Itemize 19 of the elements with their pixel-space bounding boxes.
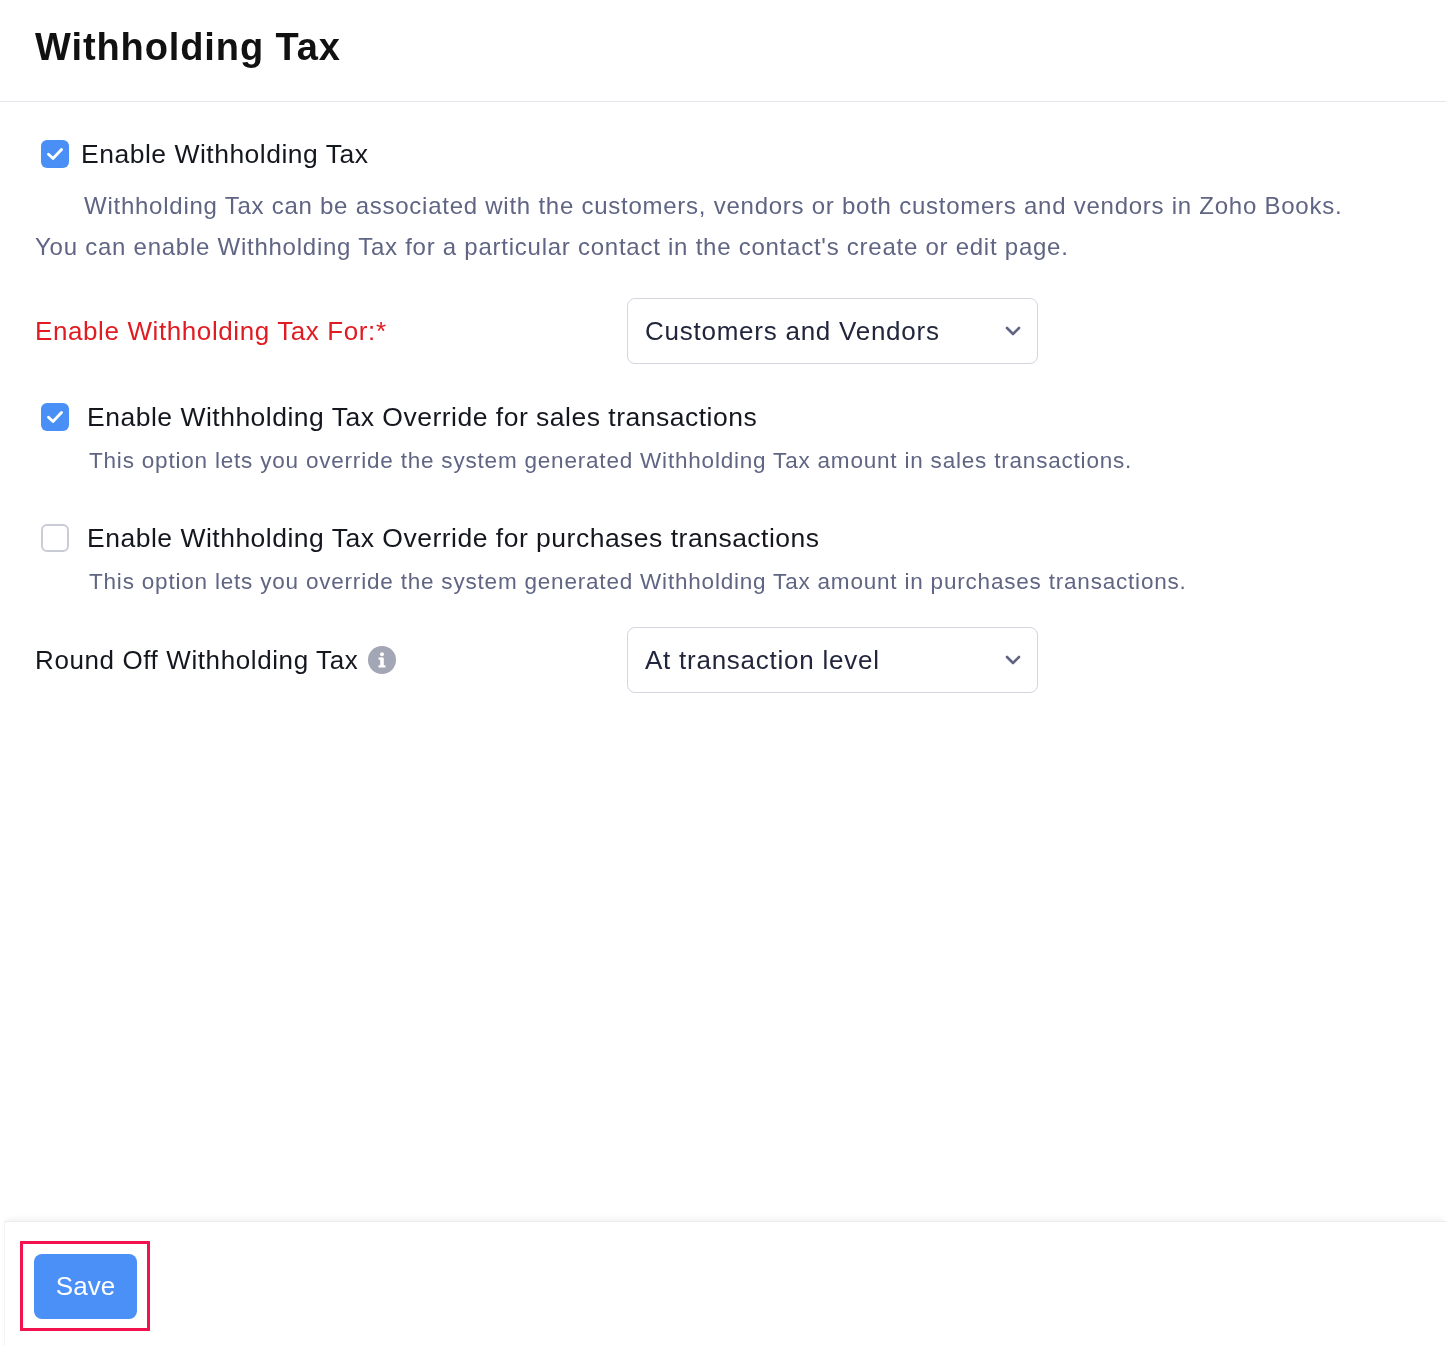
chevron-down-icon bbox=[1005, 655, 1021, 665]
info-icon bbox=[368, 646, 397, 674]
checkbox[interactable] bbox=[41, 524, 69, 552]
checkbox-label: Enable Withholding Tax bbox=[81, 139, 369, 169]
checkbox[interactable] bbox=[41, 140, 69, 168]
chevron-down-icon bbox=[1005, 326, 1021, 336]
checkbox-label: Enable Withholding Tax Override for sales transactions bbox=[87, 402, 758, 432]
description-text: Withholding Tax can be associated with the customers, vendors or both customers and vendors in Zoho Books. You can enable Withholding Tax for a particular contact in the contact's create or edit page. bbox=[35, 191, 1344, 262]
dropdown[interactable]: Customers and Vendors bbox=[627, 298, 1038, 364]
page-title: Withholding Tax bbox=[35, 25, 341, 70]
dropdown[interactable]: At transaction level bbox=[627, 627, 1038, 693]
check-icon bbox=[47, 148, 63, 160]
description-text: This option lets you override the system generated Withholding Tax amount in sales transactions. bbox=[88, 447, 1134, 475]
checkbox[interactable] bbox=[41, 403, 69, 431]
check-icon bbox=[47, 411, 63, 423]
checkbox-label: Enable Withholding Tax Override for purchases transactions bbox=[87, 523, 820, 553]
field-label: Enable Withholding Tax For:* bbox=[35, 316, 387, 346]
description-text: This option lets you override the system generated Withholding Tax amount in purchases transactions. bbox=[88, 568, 1188, 596]
field-label: Round Off Withholding Tax bbox=[35, 645, 359, 675]
